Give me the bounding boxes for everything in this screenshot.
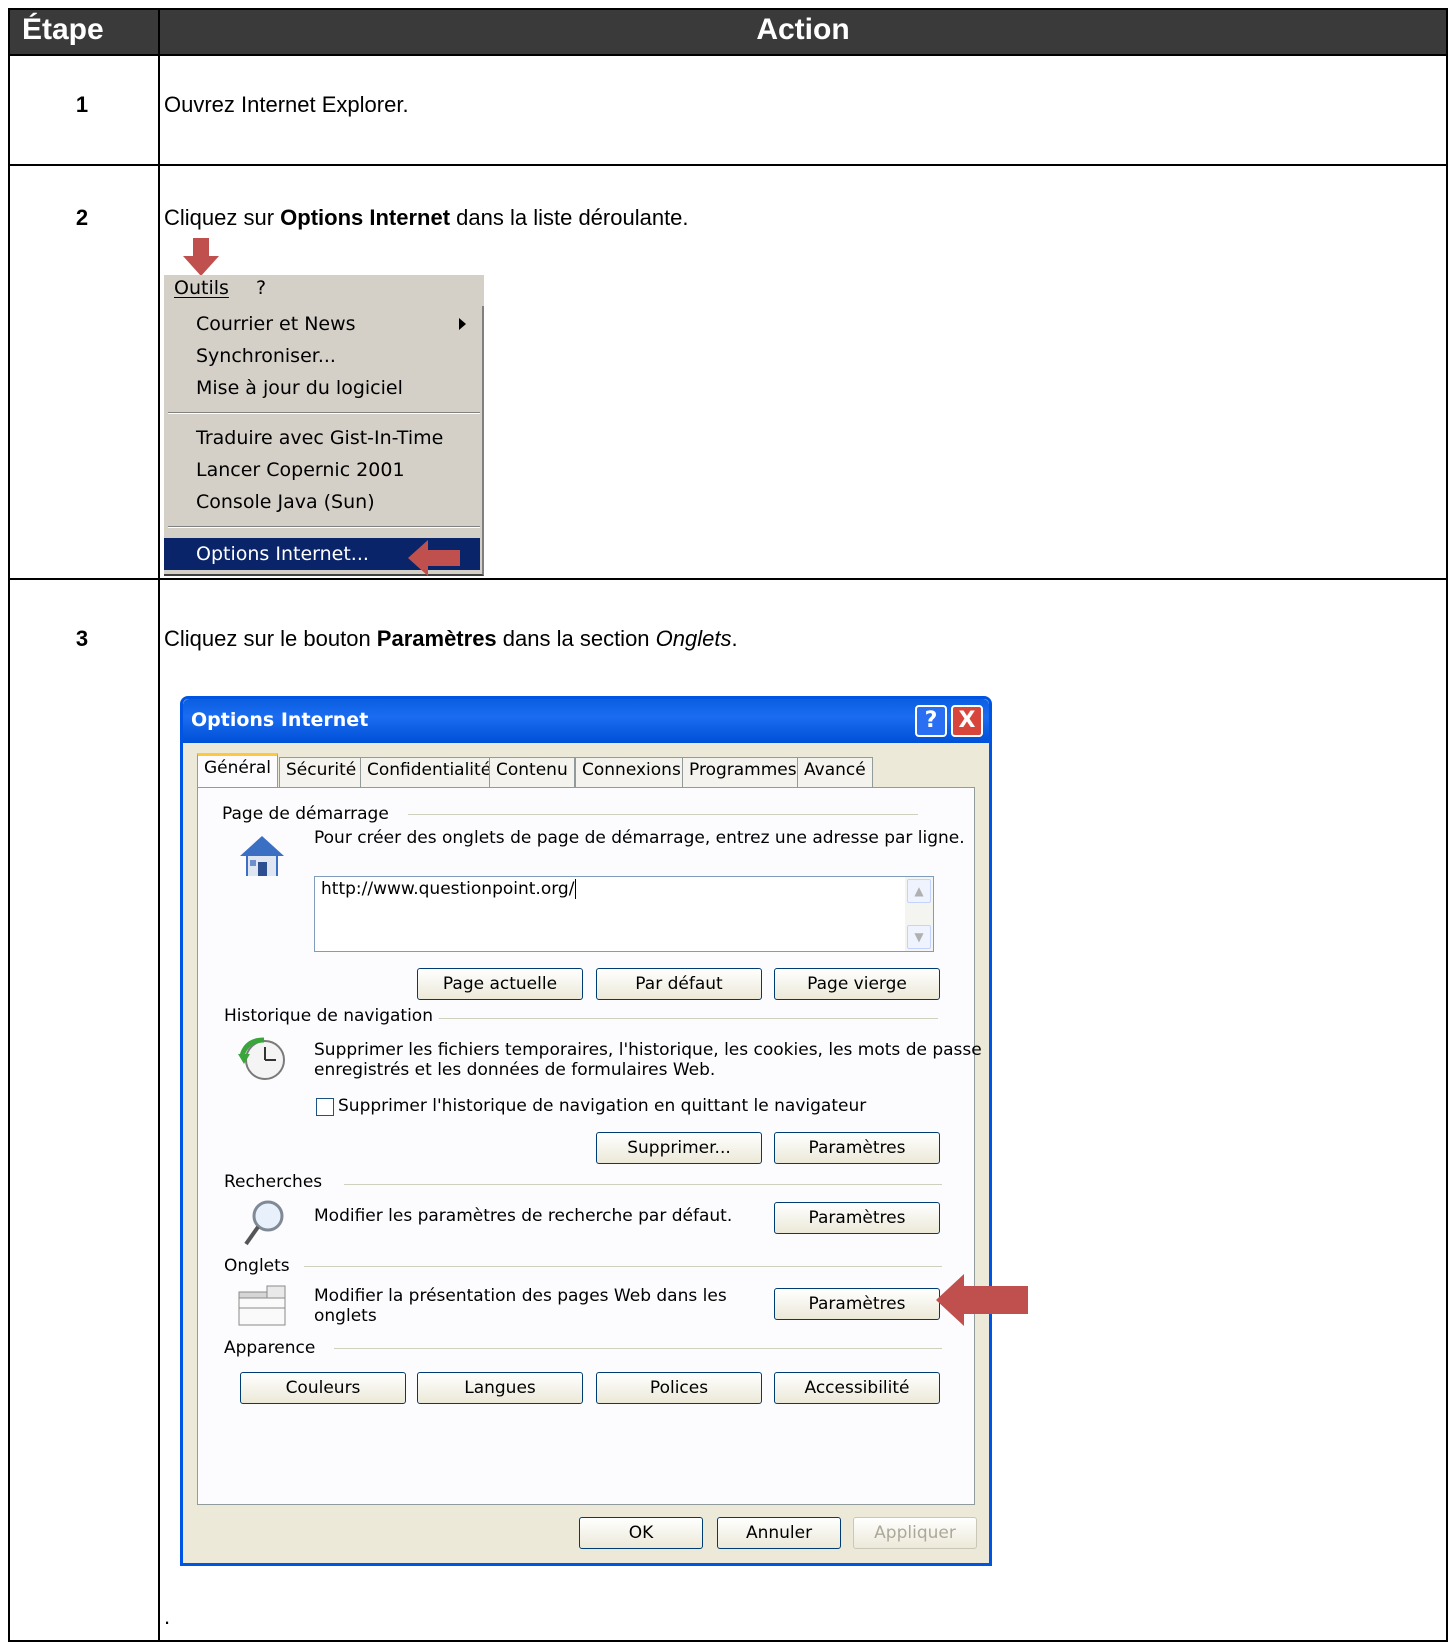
tabs-settings-button[interactable]: Paramètres [774,1288,940,1320]
menu-help[interactable]: ? [256,277,266,299]
textarea-scrollbar[interactable]: ▲ ▼ [905,877,933,951]
scroll-up-icon[interactable]: ▲ [907,879,931,903]
menu-bar: Outils ? [164,275,484,307]
section-appearance-title: Apparence [224,1338,322,1358]
current-page-button[interactable]: Page actuelle [417,968,583,1000]
dialog-title: Options Internet [191,709,369,731]
home-description: Pour créer des onglets de page de démarr… [314,828,965,848]
step-2-text: Cliquez sur Options Internet dans la lis… [164,205,689,230]
dialog-titlebar[interactable]: Options Internet ? X [183,699,989,743]
section-home-title: Page de démarrage [222,804,395,824]
close-button[interactable]: X [951,705,983,737]
home-icon [240,836,284,876]
red-arrow-down-icon [183,238,219,276]
red-arrow-left-icon [936,1274,1028,1326]
history-description-line2: enregistrés et les données de formulaire… [314,1060,716,1080]
accessibility-button[interactable]: Accessibilité [774,1372,940,1404]
row-divider [10,578,1446,580]
scroll-down-icon[interactable]: ▼ [907,925,931,949]
general-tab-panel: Page de démarrage Pour créer des onglets… [197,787,982,1505]
default-button[interactable]: Par défaut [596,968,762,1000]
table-header: Étape Action [10,10,1446,56]
menu-item-label: Courrier et News [196,313,356,335]
section-tabs-title: Onglets [224,1256,296,1276]
apply-button[interactable]: Appliquer [853,1517,977,1549]
internet-options-dialog: Options Internet ? X Général Sécurité Co… [180,696,992,1566]
delete-on-exit-checkbox[interactable] [316,1098,334,1116]
menu-item-traduire[interactable]: Traduire avec Gist-In-Time [164,422,480,454]
search-settings-button[interactable]: Paramètres [774,1202,940,1234]
menu-item-synchroniser[interactable]: Synchroniser... [164,340,480,372]
section-divider [428,1018,938,1019]
red-arrow-left-icon [408,540,460,576]
header-action: Action [756,13,850,46]
menu-item-mise-a-jour[interactable]: Mise à jour du logiciel [164,372,480,404]
tab-avance[interactable]: Avancé [797,757,873,787]
blank-page-button[interactable]: Page vierge [774,968,940,1000]
step-number-2: 2 [75,205,89,230]
search-magnifier-icon [244,1200,284,1246]
tab-confidentialite[interactable]: Confidentialité [360,757,499,787]
column-divider [158,10,160,1640]
section-divider [304,1266,942,1267]
tabs-description-line2: onglets [314,1306,377,1326]
help-button[interactable]: ? [915,705,947,737]
cancel-button[interactable]: Annuler [717,1517,841,1549]
submenu-arrow-icon [459,318,466,330]
row-divider [10,54,1446,56]
search-description: Modifier les paramètres de recherche par… [314,1206,733,1226]
tab-general[interactable]: Général [197,753,278,787]
menu-item-courrier[interactable]: Courrier et News [164,308,480,340]
row-divider [10,164,1446,166]
section-divider [344,1184,942,1185]
tab-contenu[interactable]: Contenu [489,757,575,787]
fonts-button[interactable]: Polices [596,1372,762,1404]
menu-item-copernic[interactable]: Lancer Copernic 2001 [164,454,480,486]
menu-outils[interactable]: Outils [174,277,229,299]
step-1-text: Ouvrez Internet Explorer. [164,92,409,117]
delete-on-exit-label: Supprimer l'historique de navigation en … [338,1096,867,1116]
header-step: Étape [22,13,104,46]
step-number-1: 1 [75,92,89,117]
home-url-value: http://www.questionpoint.org/ [321,879,575,899]
menu-separator [168,412,480,414]
tabs-description-line1: Modifier la présentation des pages Web d… [314,1286,727,1306]
history-settings-button[interactable]: Paramètres [774,1132,940,1164]
languages-button[interactable]: Langues [417,1372,583,1404]
step-3-text: Cliquez sur le bouton Paramètres dans la… [164,626,738,651]
tabs-window-icon [238,1285,286,1326]
step-number-3: 3 [75,626,89,651]
ok-button[interactable]: OK [579,1517,703,1549]
menu-separator [168,526,480,528]
delete-history-button[interactable]: Supprimer... [596,1132,762,1164]
home-page-textarea[interactable]: http://www.questionpoint.org/ ▲ ▼ [314,876,934,952]
menu-item-console-java[interactable]: Console Java (Sun) [164,486,480,518]
section-divider [408,814,918,815]
section-search-title: Recherches [224,1172,329,1192]
history-clock-icon [238,1037,285,1080]
tab-programmes[interactable]: Programmes [682,757,804,787]
history-description-line1: Supprimer les fichiers temporaires, l'hi… [314,1040,982,1060]
tab-connexions[interactable]: Connexions [575,757,688,787]
tab-securite[interactable]: Sécurité [279,757,364,787]
trailing-dot: . [164,1604,171,1629]
tools-dropdown-menu: Courrier et News Synchroniser... Mise à … [164,306,484,576]
section-divider [334,1348,942,1349]
colors-button[interactable]: Couleurs [240,1372,406,1404]
section-history-title: Historique de navigation [224,1006,439,1026]
